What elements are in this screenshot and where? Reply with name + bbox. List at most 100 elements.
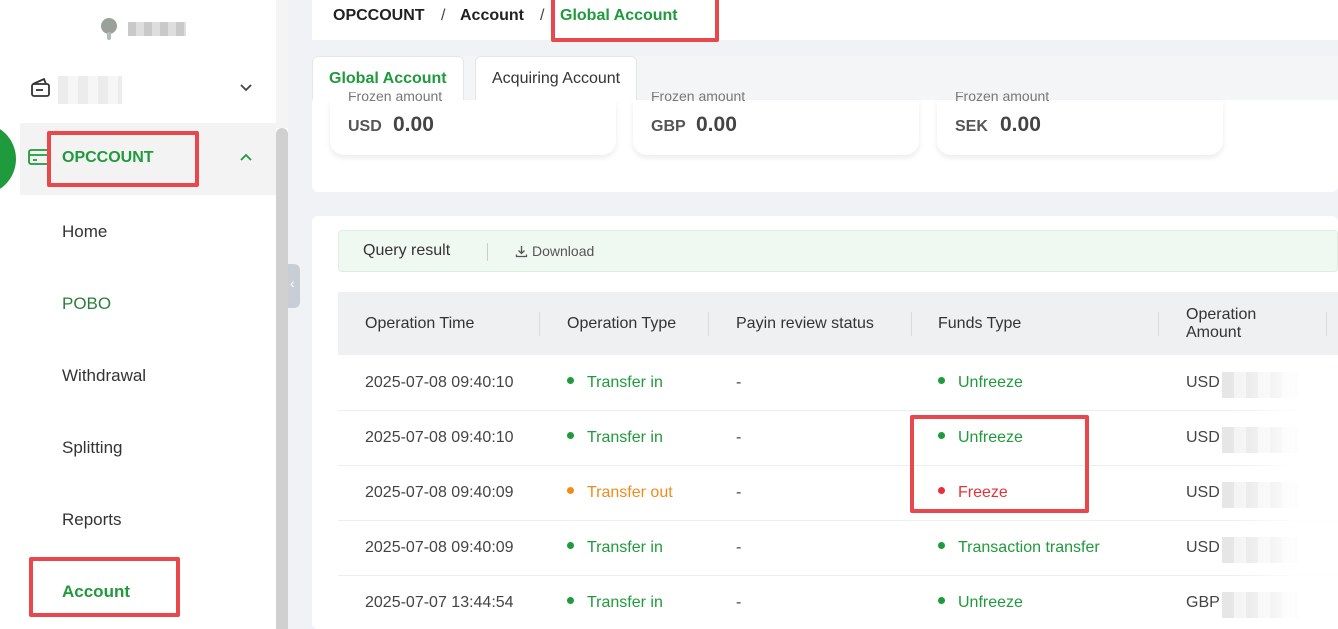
highlight-box-account — [29, 557, 180, 617]
chevron-down-icon — [238, 80, 254, 101]
cell-time: 2025-07-07 13:44:54 — [365, 594, 514, 611]
column-header-amount[interactable]: Operation Amount — [1186, 306, 1286, 342]
balance-currency: SEK — [955, 118, 988, 135]
brand-logo — [100, 18, 186, 40]
table-row[interactable]: 2025-07-08 09:40:09 Transfer out - Freez… — [338, 466, 1338, 521]
table-row[interactable]: 2025-07-08 09:40:09 Transfer in - Transa… — [338, 521, 1338, 576]
column-divider — [708, 312, 709, 336]
breadcrumb-separator: / — [441, 7, 446, 24]
amount-redaction-overlay — [1230, 360, 1338, 629]
cell-funds-label: Transaction transfer — [958, 539, 1100, 556]
cell-type: Transfer in — [567, 594, 663, 612]
status-dot — [567, 542, 574, 550]
cell-funds-label: Unfreeze — [958, 374, 1023, 391]
tab-acquiring-account[interactable]: Acquiring Account — [475, 56, 638, 100]
balance-currency: GBP — [651, 118, 686, 135]
cell-funds-label: Unfreeze — [958, 594, 1023, 611]
cell-time: 2025-07-08 09:40:09 — [365, 484, 514, 501]
column-divider — [1326, 312, 1327, 336]
cell-funds: Unfreeze — [938, 374, 1023, 392]
cell-currency: GBP — [1186, 594, 1220, 611]
table-row[interactable]: 2025-07-08 09:40:10 Transfer in - Unfree… — [338, 356, 1338, 411]
toolbar-divider — [487, 243, 488, 261]
sidebar-item-pobo[interactable]: POBO — [62, 294, 111, 314]
status-dot — [567, 432, 574, 440]
cell-type: Transfer in — [567, 429, 663, 447]
sidebar-item-home[interactable]: Home — [62, 222, 107, 242]
logo-icon — [100, 18, 118, 40]
account-tabs: Global Account Acquiring Account — [312, 56, 1338, 100]
cell-type: Transfer out — [567, 484, 673, 502]
column-divider — [911, 312, 912, 336]
cell-type-label: Transfer in — [587, 374, 663, 391]
logo-text-blurred — [128, 22, 186, 36]
column-header-review[interactable]: Payin review status — [736, 315, 874, 333]
sidebar: OPCCOUNT Home POBO Withdrawal Splitting … — [0, 0, 288, 629]
cell-currency: USD — [1186, 484, 1220, 501]
table-row[interactable]: 2025-07-08 09:40:10 Transfer in - Unfree… — [338, 411, 1338, 466]
status-dot — [567, 377, 574, 385]
sidebar-item-reports[interactable]: Reports — [62, 510, 122, 530]
breadcrumb-root[interactable]: OPCCOUNT — [333, 7, 425, 25]
cell-review: - — [736, 484, 742, 501]
cell-currency: USD — [1186, 429, 1220, 446]
status-dot — [567, 597, 574, 605]
status-dot — [938, 597, 945, 605]
highlight-box-funds-type — [910, 415, 1089, 513]
cell-time: 2025-07-08 09:40:10 — [365, 374, 514, 391]
query-toolbar: Query result Download — [338, 230, 1338, 272]
menu-label-blurred — [58, 76, 122, 104]
active-indicator — [0, 123, 20, 195]
highlight-box-opccount — [47, 131, 199, 187]
cell-type-label: Transfer in — [587, 429, 663, 446]
table-header: Operation Time Operation Type Payin revi… — [338, 292, 1338, 355]
status-dot — [567, 487, 574, 495]
download-icon — [515, 245, 528, 257]
cell-type-label: Transfer in — [587, 594, 663, 611]
balance-amount: 0.00 — [1000, 113, 1041, 136]
sidebar-menu-collapsed[interactable] — [0, 64, 276, 112]
cell-currency: USD — [1186, 539, 1220, 556]
balance-currency: USD — [348, 118, 382, 135]
balance-amount: 0.00 — [393, 113, 434, 136]
cell-time: 2025-07-08 09:40:09 — [365, 539, 514, 556]
column-header-funds[interactable]: Funds Type — [938, 315, 1021, 333]
chevron-up-icon — [238, 149, 254, 170]
wallet-icon — [30, 77, 52, 103]
cell-type-label: Transfer in — [587, 539, 663, 556]
cell-time: 2025-07-08 09:40:10 — [365, 429, 514, 446]
sidebar-collapse-toggle[interactable] — [288, 264, 300, 308]
breadcrumb: OPCCOUNT / Account / Global Account — [312, 0, 1338, 40]
sidebar-scrollbar[interactable] — [276, 128, 288, 629]
balance-card-usd: Frozen amount USD 0.00 — [330, 92, 616, 155]
column-divider — [1158, 312, 1159, 336]
column-divider — [539, 312, 540, 336]
balance-card-sek: Frozen amount SEK 0.00 — [937, 92, 1223, 155]
sidebar-item-withdrawal[interactable]: Withdrawal — [62, 366, 146, 386]
sidebar-item-splitting[interactable]: Splitting — [62, 438, 122, 458]
cell-type-label: Transfer out — [587, 484, 673, 501]
download-label: Download — [532, 243, 595, 259]
status-dot — [938, 377, 945, 385]
cell-currency: USD — [1186, 374, 1220, 391]
balance-caption: Frozen amount — [955, 92, 1050, 104]
highlight-box-breadcrumb — [551, 0, 719, 42]
breadcrumb-parent[interactable]: Account — [460, 7, 524, 25]
column-header-time[interactable]: Operation Time — [365, 315, 474, 333]
table-row[interactable]: 2025-07-07 13:44:54 Transfer in - Unfree… — [338, 576, 1338, 629]
balance-caption: Frozen amount — [348, 92, 443, 104]
download-button[interactable]: Download — [515, 243, 594, 259]
cell-funds: Unfreeze — [938, 594, 1023, 612]
breadcrumb-separator: / — [540, 7, 545, 24]
query-result-title: Query result — [363, 242, 451, 259]
cell-type: Transfer in — [567, 539, 663, 557]
cell-review: - — [736, 539, 742, 556]
balance-amount: 0.00 — [696, 113, 737, 136]
cell-type: Transfer in — [567, 374, 663, 392]
cell-funds: Transaction transfer — [938, 539, 1100, 557]
sidebar-edge — [276, 0, 288, 128]
cell-review: - — [736, 374, 742, 391]
balance-card-gbp: Frozen amount GBP 0.00 — [633, 92, 919, 155]
cell-review: - — [736, 594, 742, 611]
column-header-type[interactable]: Operation Type — [567, 315, 676, 333]
